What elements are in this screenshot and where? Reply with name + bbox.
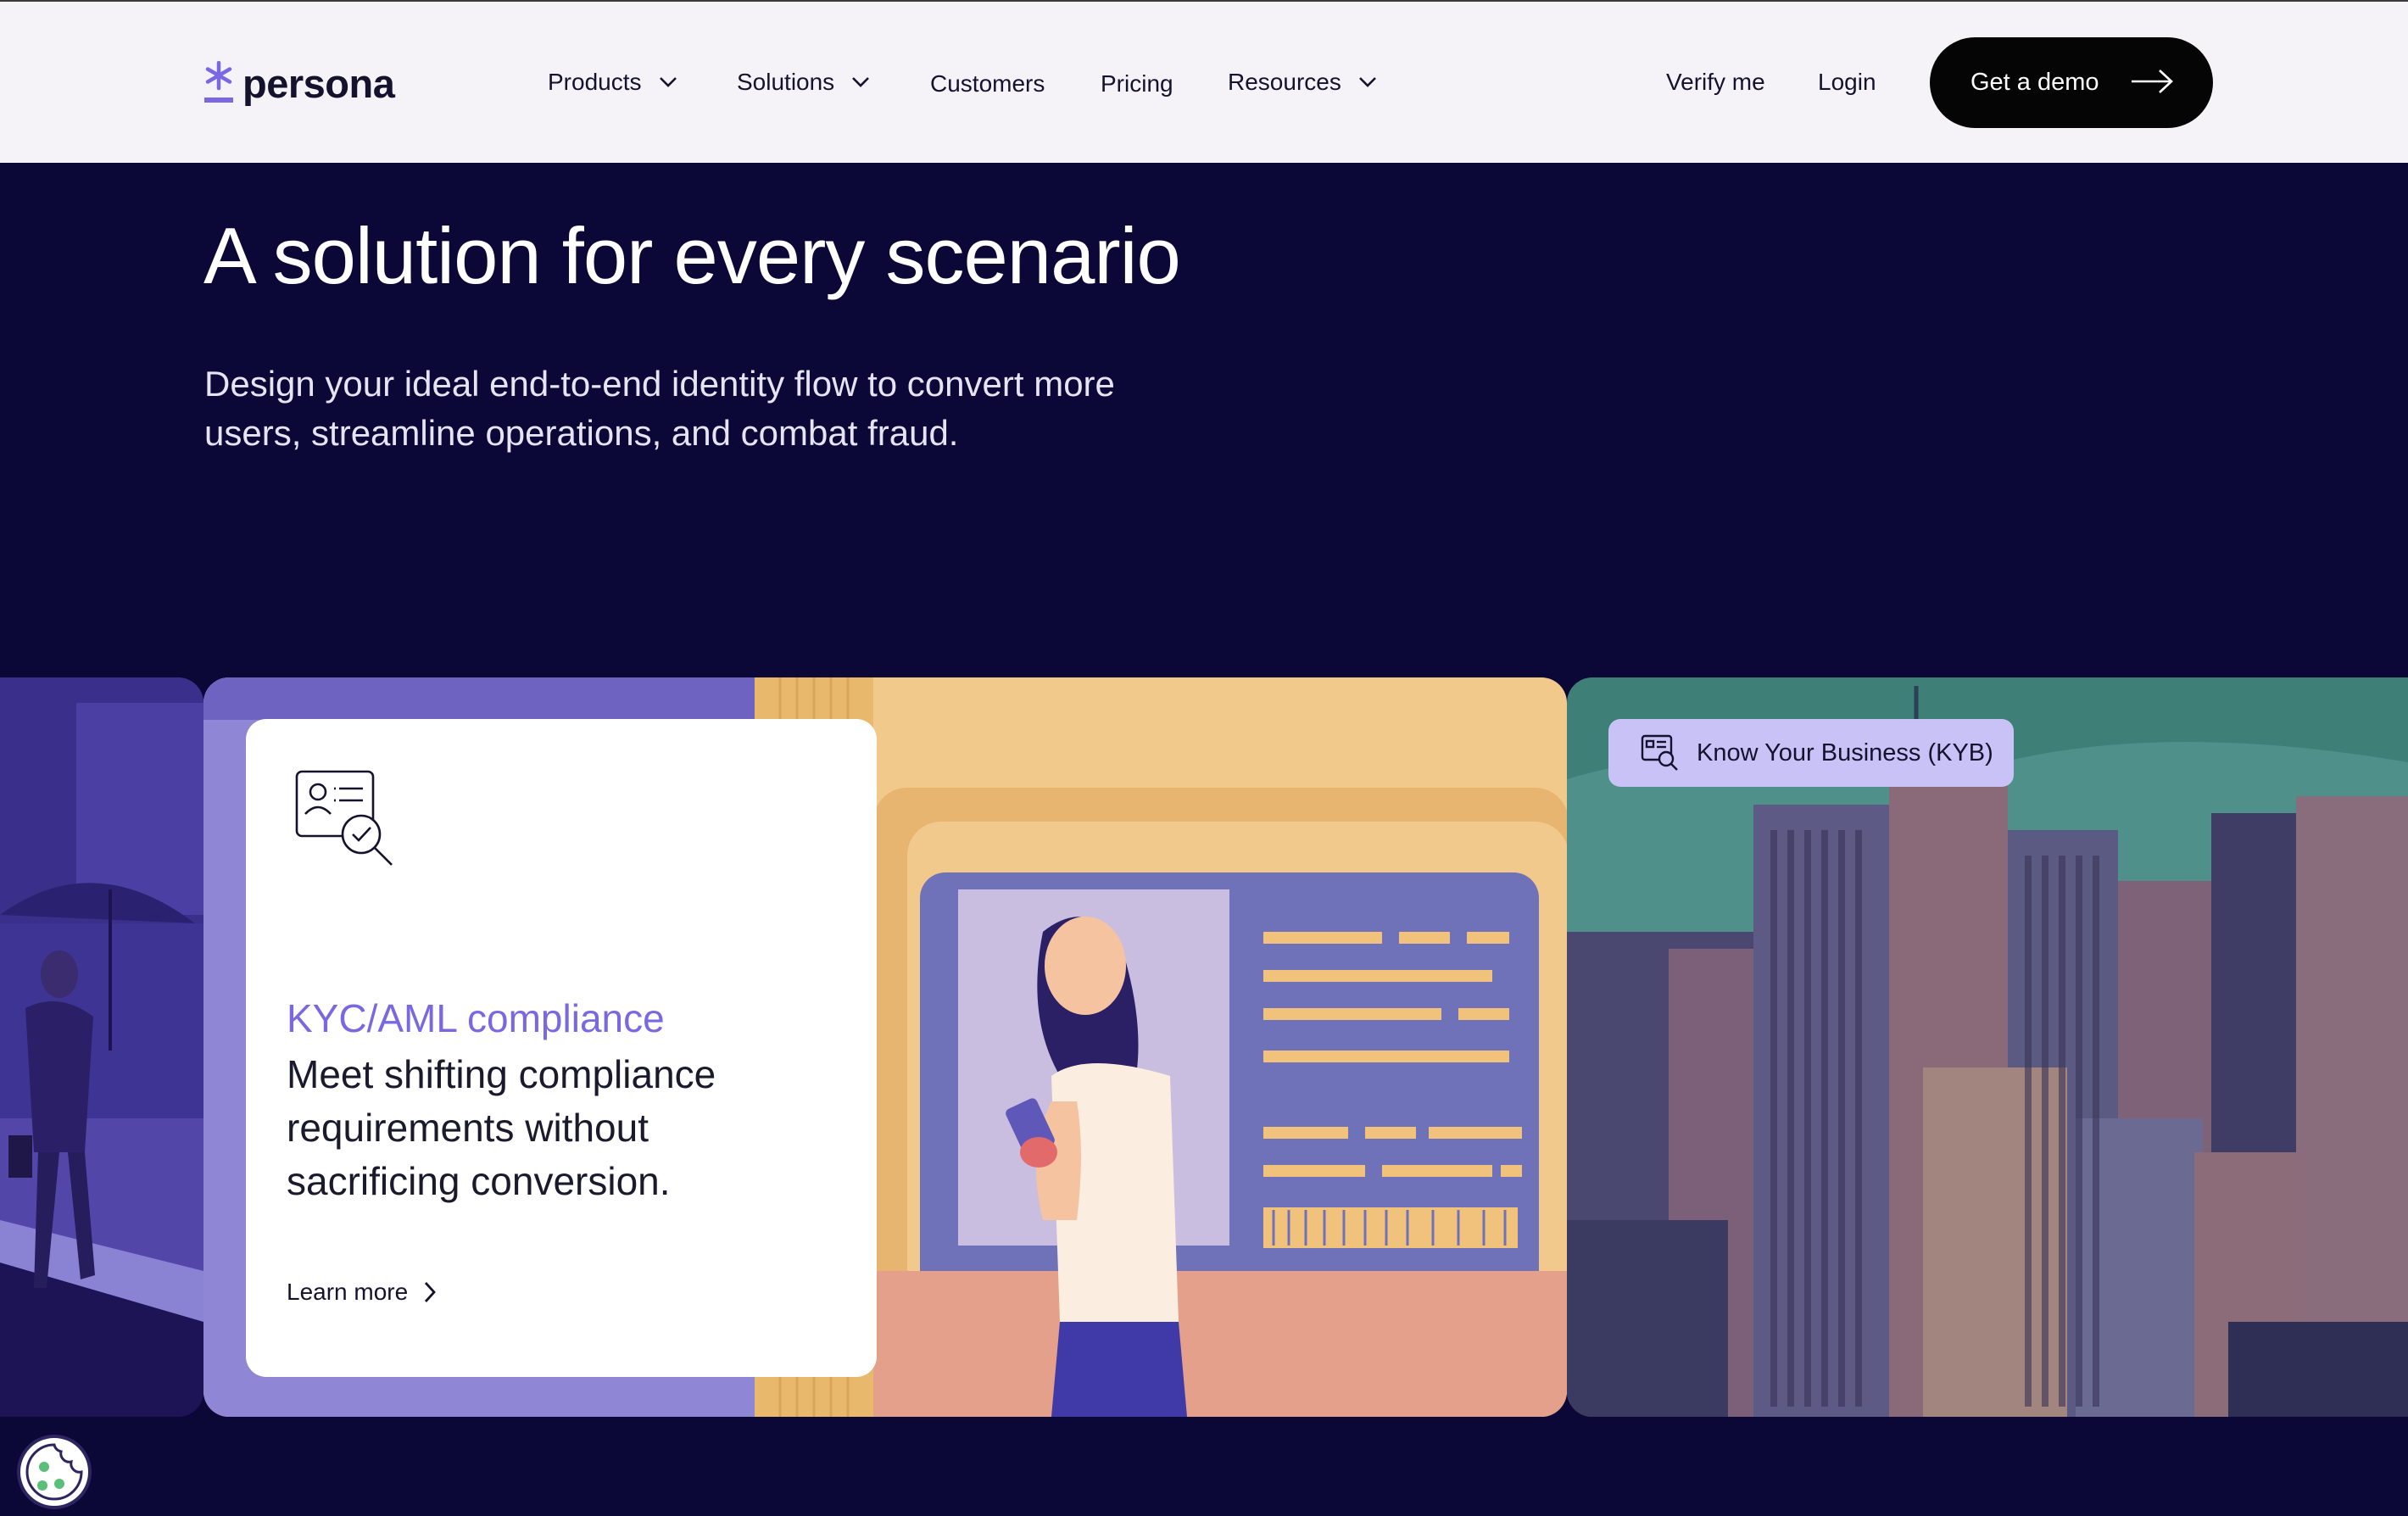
kyb-chip-label: Know Your Business (KYB) <box>1697 738 1993 766</box>
cookie-settings-button[interactable] <box>17 1435 92 1509</box>
card-description: Meet shifting compliance requirements wi… <box>287 1052 716 1203</box>
city-skyline-illustration <box>1567 677 2408 1417</box>
id-card-check-icon <box>295 770 393 866</box>
chevron-down-icon <box>659 77 677 87</box>
document-search-icon <box>1641 734 1678 771</box>
learn-more-link[interactable]: Learn more <box>287 1279 437 1306</box>
arrow-right-icon <box>2132 70 2173 93</box>
nav-customers-label: Customers <box>930 70 1045 97</box>
nav-solutions-label: Solutions <box>737 69 835 95</box>
nav-pricing-label: Pricing <box>1101 70 1173 97</box>
hero-subtitle: Design your ideal end-to-end identity fl… <box>204 364 1115 453</box>
chevron-down-icon <box>1358 77 1376 87</box>
learn-more-label: Learn more <box>287 1279 409 1305</box>
previous-slide[interactable] <box>0 677 203 1417</box>
solution-card: KYC/AML compliance Meet shifting complia… <box>246 719 877 1377</box>
persona-logo[interactable]: persona <box>203 56 395 110</box>
next-slide[interactable] <box>1567 677 2408 1417</box>
nav-resources[interactable]: Resources <box>1228 61 1377 103</box>
hero-title: A solution for every scenario <box>203 211 1181 300</box>
logo-wordmark: persona <box>242 60 395 106</box>
rainy-street-illustration <box>0 677 203 1417</box>
card-kicker: KYC/AML compliance <box>287 996 665 1040</box>
cookie-icon <box>25 1443 83 1501</box>
nav-resources-label: Resources <box>1228 69 1341 95</box>
chevron-down-icon <box>852 77 870 87</box>
login-link[interactable]: Login <box>1818 61 1876 103</box>
nav-products-label: Products <box>548 69 642 95</box>
nav-customers[interactable]: Customers <box>930 63 1045 105</box>
kyb-chip[interactable]: Know Your Business (KYB) <box>1608 719 2014 787</box>
asterisk-logo-icon <box>203 61 234 105</box>
nav-solutions[interactable]: Solutions <box>737 61 870 103</box>
verify-me-link[interactable]: Verify me <box>1666 61 1765 103</box>
get-a-demo-button[interactable]: Get a demo <box>1930 37 2213 128</box>
nav-products[interactable]: Products <box>548 61 677 103</box>
chevron-right-icon <box>425 1282 437 1302</box>
nav-pricing[interactable]: Pricing <box>1101 63 1173 105</box>
site-header: persona Products Solutions Customers Pri… <box>0 2 2408 163</box>
get-a-demo-label: Get a demo <box>1970 69 2099 96</box>
